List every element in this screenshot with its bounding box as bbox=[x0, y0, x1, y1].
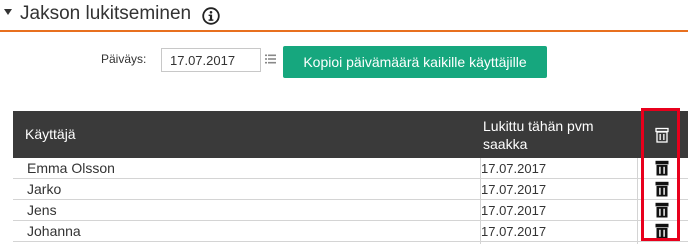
column-divider bbox=[637, 158, 638, 244]
section-header: Jakson lukitseminen bbox=[0, 0, 688, 32]
trash-icon[interactable] bbox=[654, 202, 670, 218]
table-row: Johanna 17.07.2017 bbox=[13, 221, 688, 242]
trash-icon[interactable] bbox=[654, 181, 670, 197]
user-name: Emma Olsson bbox=[27, 160, 115, 176]
user-name: Jarko bbox=[27, 181, 62, 197]
table-row: Emma Olsson 17.07.2017 bbox=[13, 158, 688, 179]
trash-icon[interactable] bbox=[654, 223, 670, 239]
trash-icon[interactable] bbox=[654, 160, 670, 176]
list-icon[interactable] bbox=[265, 54, 276, 64]
table-row: Jarko 17.07.2017 bbox=[13, 179, 688, 200]
locked-date: 17.07.2017 bbox=[481, 224, 547, 239]
trash-icon[interactable] bbox=[654, 127, 670, 143]
column-header-locked-until[interactable]: Lukittu tähän pvm saakka bbox=[483, 117, 633, 153]
locked-date: 17.07.2017 bbox=[481, 161, 547, 176]
info-icon[interactable] bbox=[202, 7, 220, 25]
locked-date: 17.07.2017 bbox=[481, 182, 547, 197]
user-name: Johanna bbox=[27, 223, 81, 239]
date-label: Päiväys: bbox=[101, 52, 147, 66]
caret-down-icon[interactable] bbox=[4, 9, 12, 15]
column-header-user[interactable]: Käyttäjä bbox=[25, 126, 76, 142]
table-row: Jens 17.07.2017 bbox=[13, 200, 688, 221]
copy-date-to-all-button[interactable]: Kopioi päivämäärä kaikille käyttäjille bbox=[283, 46, 547, 78]
table-header: Käyttäjä Lukittu tähän pvm saakka bbox=[13, 111, 688, 158]
user-name: Jens bbox=[27, 202, 57, 218]
locked-date: 17.07.2017 bbox=[481, 203, 547, 218]
column-divider bbox=[480, 158, 481, 244]
date-input[interactable] bbox=[161, 48, 261, 72]
section-title: Jakson lukitseminen bbox=[20, 3, 192, 24]
